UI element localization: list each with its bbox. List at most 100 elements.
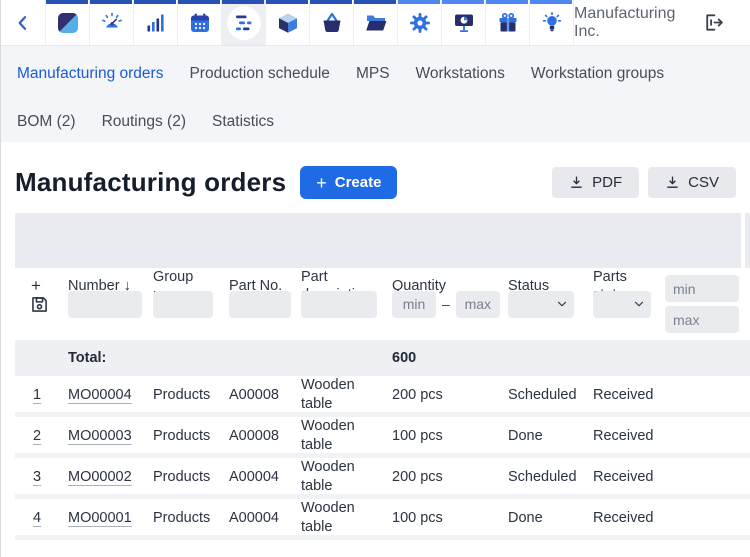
parts-status-filter-select[interactable] [593,291,651,318]
save-filter-button[interactable] [29,294,50,315]
dashboard-icon [100,11,124,35]
gantt-icon [232,11,256,35]
status-cell: Done [499,509,584,528]
row-index-link[interactable]: 3 [33,469,41,485]
app-logo-icon [56,11,80,35]
order-number-link: MO00002 [59,468,144,487]
settings-icon [408,11,432,35]
part-description-cell: Wooden table [292,376,383,414]
filter-cell-status [499,291,584,318]
filter-cell-group [144,291,220,318]
page-title: Manufacturing orders [15,167,286,198]
filter-cell-part-description [292,291,383,318]
group-name-cell: Products [144,427,220,446]
calendar-icon [188,11,212,35]
module-tab-settings[interactable] [398,0,442,45]
topbar-right: Manufacturing Inc. [574,0,750,45]
module-tab-app-logo[interactable] [46,0,90,45]
parts-status-cell: Received [584,427,659,446]
module-tab-lightbulb[interactable] [530,0,574,45]
column-label: + [31,276,41,295]
bar-chart-icon [144,11,168,35]
nav-tab-mps[interactable]: MPS [356,64,390,83]
number-filter-input[interactable] [68,291,142,318]
nav-tab-bom-2[interactable]: BOM (2) [17,112,76,131]
module-tab-gantt[interactable] [222,0,266,45]
part-description-cell: Wooden table [292,499,383,537]
basket-icon [320,11,344,35]
filter-cell-quantity: – [383,291,499,318]
group-name-cell: Products [144,509,220,528]
nav-tab-workstations[interactable]: Workstations [416,64,505,83]
parts-status-cell: Received [584,386,659,405]
expand-all-column-header[interactable]: + [15,277,59,295]
total-row: Total: 600 [15,340,750,376]
part-no-cell: A00008 [220,386,292,405]
filter-cell-part-no [220,291,292,318]
lightbulb-icon [540,11,564,35]
filter-cell-number [59,291,144,318]
csv-export-button[interactable]: CSV [648,167,736,198]
part-description-filter-input[interactable] [301,291,377,318]
module-tab-dashboard[interactable] [90,0,134,45]
due-date-min-input[interactable] [665,275,739,302]
table-row: 3MO00002ProductsA00004Wooden table200 pc… [15,458,750,499]
row-index-link: 3 [15,468,59,487]
filter-save-cell [15,294,59,315]
part-description-cell: Wooden table [292,458,383,496]
order-number-link[interactable]: MO00004 [68,387,132,403]
module-tab-cube[interactable] [266,0,310,45]
plus-icon: + [316,174,327,192]
status-cell: Scheduled [499,386,584,405]
nav-tab-routings-2[interactable]: Routings (2) [102,112,186,131]
module-tab-basket[interactable] [310,0,354,45]
parts-status-cell: Received [584,468,659,487]
group-name-cell: Products [144,468,220,487]
create-button[interactable]: + Create [300,166,397,199]
row-index-link[interactable]: 4 [33,510,41,526]
module-tab-gift[interactable] [486,0,530,45]
folder-icon [364,11,388,35]
logout-button[interactable] [701,11,724,34]
row-index-link[interactable]: 1 [33,387,41,403]
order-number-link[interactable]: MO00003 [68,428,132,444]
download-icon [569,175,584,190]
module-tab-folder[interactable] [354,0,398,45]
quantity-cell: 100 pcs [383,427,499,446]
download-icon [665,175,680,190]
chevron-left-icon [13,13,33,33]
section-nav: Manufacturing orders Production schedule M… [1,46,750,142]
row-index-link: 2 [15,427,59,446]
gift-icon [496,11,520,35]
page-head: Manufacturing orders + Create PDF CSV [1,142,750,213]
quantity-max-input[interactable] [456,291,500,318]
pdf-button-label: PDF [592,174,622,191]
nav-tab-production-schedule[interactable]: Production schedule [189,64,329,83]
module-tab-presentation[interactable] [442,0,486,45]
nav-tab-workstation-groups[interactable]: Workstation groups [531,64,664,83]
group-name-filter-input[interactable] [153,291,213,318]
total-quantity: 600 [383,350,499,366]
order-number-link[interactable]: MO00001 [68,510,132,526]
nav-tab-manufacturing-orders[interactable]: Manufacturing orders [17,64,163,83]
part-no-filter-input[interactable] [229,291,291,318]
row-index-link[interactable]: 2 [33,428,41,444]
top-icon-bar: Manufacturing Inc. [1,0,750,46]
quantity-min-input[interactable] [392,291,436,318]
nav-tab-statistics[interactable]: Statistics [212,112,274,131]
due-date-max-input[interactable] [665,306,739,333]
collapse-sidebar-button[interactable] [1,0,46,45]
table-header-row: +Number↓Group namePart No.Part descripti… [15,213,750,268]
module-tab-bar-chart[interactable] [134,0,178,45]
quantity-cell: 200 pcs [383,386,499,405]
order-number-link[interactable]: MO00002 [68,469,132,485]
table-body: 1MO00004ProductsA00008Wooden table200 pc… [15,376,750,540]
group-name-cell: Products [144,386,220,405]
export-actions: PDF CSV [552,167,736,198]
header-next-column-sliver [745,213,750,268]
module-tab-calendar[interactable] [178,0,222,45]
status-filter-select[interactable] [508,291,574,318]
pdf-export-button[interactable]: PDF [552,167,639,198]
row-index-link: 4 [15,509,59,528]
order-number-link: MO00001 [59,509,144,528]
